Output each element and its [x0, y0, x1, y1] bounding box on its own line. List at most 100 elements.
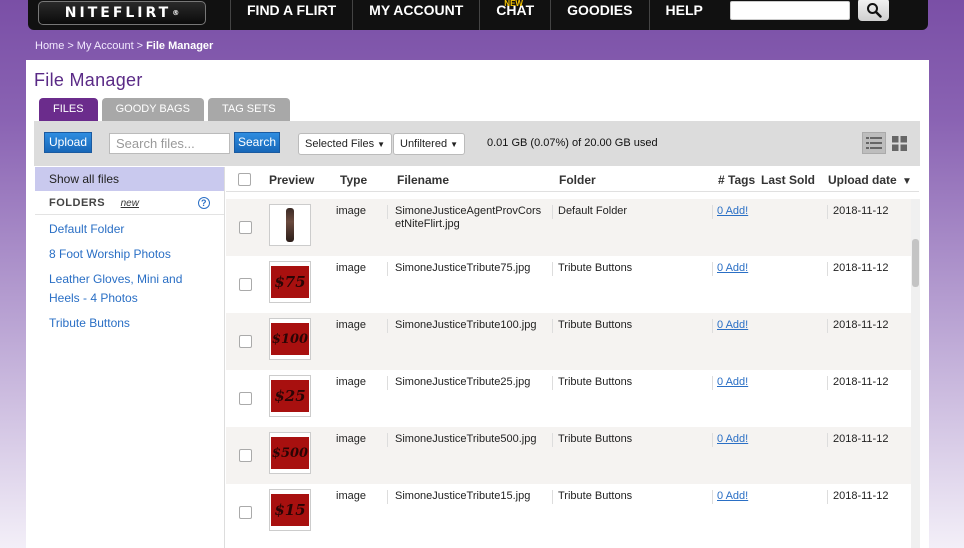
list-view-button[interactable] [862, 132, 886, 154]
breadcrumb-separator: > [67, 40, 74, 52]
file-name: SimoneJusticeTribute100.jpg [395, 319, 537, 331]
col-folder[interactable]: Folder [559, 173, 596, 187]
col-filename[interactable]: Filename [397, 173, 449, 187]
file-table-body: image SimoneJusticeAgentProvCorsetNiteFl… [226, 199, 911, 541]
file-type: image [336, 262, 366, 274]
table-row[interactable]: $25 image SimoneJusticeTribute25.jpg Tri… [226, 370, 911, 427]
help-icon[interactable]: ? [198, 197, 210, 209]
file-folder: Tribute Buttons [558, 262, 633, 274]
tab-files[interactable]: FILES [39, 98, 98, 121]
add-tags-link[interactable]: 0 Add! [717, 490, 748, 502]
file-thumbnail[interactable]: $15 [269, 489, 311, 531]
row-checkbox[interactable] [239, 506, 252, 519]
column-divider [387, 205, 388, 219]
add-tags-link[interactable]: 0 Add! [717, 205, 748, 217]
file-thumbnail[interactable] [269, 204, 311, 246]
file-name: SimoneJusticeTribute15.jpg [395, 490, 531, 502]
column-divider [827, 205, 828, 219]
tab-goody-bags[interactable]: GOODY BAGS [101, 98, 204, 121]
breadcrumb-my-account[interactable]: My Account [77, 40, 134, 52]
column-divider [552, 319, 553, 333]
nav-label: FIND A FLIRT [247, 2, 337, 18]
upload-button[interactable]: Upload [44, 132, 93, 153]
site-search-button[interactable] [858, 0, 889, 21]
file-thumbnail[interactable]: $500 [269, 432, 311, 474]
nav-help[interactable]: HELP [648, 0, 719, 30]
col-type[interactable]: Type [340, 173, 367, 187]
row-checkbox[interactable] [239, 392, 252, 405]
file-search-input[interactable]: Search files... [109, 133, 230, 154]
tribute-button-image: $100 [271, 323, 309, 355]
tab-tag-sets[interactable]: TAG SETS [207, 98, 290, 121]
column-divider [387, 490, 388, 504]
add-tags-link[interactable]: 0 Add! [717, 319, 748, 331]
upload-date: 2018-11-12 [833, 262, 889, 274]
toolbar: Upload Search files... Search Selected F… [34, 121, 920, 166]
column-divider [552, 376, 553, 390]
row-checkbox[interactable] [239, 221, 252, 234]
folder-tribute-buttons[interactable]: Tribute Buttons [35, 311, 224, 336]
registered-mark: ® [172, 9, 180, 17]
add-tags-link[interactable]: 0 Add! [717, 376, 748, 388]
column-divider [552, 262, 553, 276]
folders-label: FOLDERS [49, 197, 106, 209]
table-row[interactable]: $500 image SimoneJusticeTribute500.jpg T… [226, 427, 911, 484]
row-checkbox[interactable] [239, 278, 252, 291]
column-divider [387, 262, 388, 276]
file-manager-panel: File Manager FILES GOODY BAGS TAG SETS U… [26, 60, 929, 548]
add-tags-link[interactable]: 0 Add! [717, 433, 748, 445]
file-type: image [336, 433, 366, 445]
file-type: image [336, 319, 366, 331]
table-row[interactable]: image SimoneJusticeAgentProvCorsetNiteFl… [226, 199, 911, 256]
file-folder: Default Folder [558, 205, 628, 217]
table-row[interactable]: $75 image SimoneJusticeTribute75.jpg Tri… [226, 256, 911, 313]
row-checkbox[interactable] [239, 335, 252, 348]
table-row[interactable]: $15 image SimoneJusticeTribute15.jpg Tri… [226, 484, 911, 541]
add-tags-link[interactable]: 0 Add! [717, 262, 748, 274]
table-row[interactable]: $100 image SimoneJusticeTribute100.jpg T… [226, 313, 911, 370]
file-thumbnail[interactable]: $100 [269, 318, 311, 360]
show-all-files[interactable]: Show all files [35, 167, 224, 191]
grid-view-button[interactable] [887, 132, 911, 154]
column-divider [712, 319, 713, 333]
file-thumbnail[interactable]: $75 [269, 261, 311, 303]
column-divider [827, 319, 828, 333]
filter-dropdown[interactable]: Unfiltered ▼ [393, 133, 465, 155]
column-divider [827, 262, 828, 276]
row-checkbox[interactable] [239, 449, 252, 462]
file-name: SimoneJusticeTribute500.jpg [395, 433, 537, 445]
nav-goodies[interactable]: GOODIES [550, 0, 648, 30]
column-divider [552, 490, 553, 504]
nav-label: HELP [665, 2, 703, 18]
file-name: SimoneJusticeTribute75.jpg [395, 262, 531, 274]
file-thumbnail[interactable]: $25 [269, 375, 311, 417]
col-last-sold[interactable]: Last Sold [761, 173, 815, 187]
breadcrumb-separator: > [136, 40, 144, 52]
col-preview[interactable]: Preview [269, 173, 314, 187]
breadcrumb-home[interactable]: Home [35, 40, 64, 52]
upload-date: 2018-11-12 [833, 376, 889, 388]
column-divider [827, 376, 828, 390]
new-folder-link[interactable]: new [121, 198, 139, 209]
col-upload-date[interactable]: Upload date ▼ [828, 173, 912, 187]
file-search-button[interactable]: Search [234, 132, 281, 153]
folders-header: FOLDERS new ? [35, 191, 224, 215]
nav-chat[interactable]: NEW CHAT [479, 0, 550, 30]
folder-default[interactable]: Default Folder [35, 217, 224, 242]
table-scrollbar[interactable] [911, 199, 920, 548]
col-tags[interactable]: # Tags [718, 173, 755, 187]
nav-my-account[interactable]: MY ACCOUNT [352, 0, 479, 30]
folder-foot-worship[interactable]: 8 Foot Worship Photos [35, 242, 224, 267]
photo-thumbnail-image [286, 208, 294, 242]
select-all-checkbox[interactable] [238, 173, 251, 186]
niteflirt-logo[interactable]: NITEFLIRT ® [38, 1, 206, 25]
nav-find-a-flirt[interactable]: FIND A FLIRT [230, 0, 352, 30]
folder-leather-gloves[interactable]: Leather Gloves, Mini and Heels - 4 Photo… [35, 267, 224, 311]
site-search-input[interactable] [730, 1, 850, 20]
file-folder: Tribute Buttons [558, 319, 633, 331]
scrollbar-thumb[interactable] [912, 239, 919, 287]
file-name: SimoneJusticeAgentProvCorsetNiteFlirt.jp… [395, 205, 542, 230]
selected-files-dropdown[interactable]: Selected Files ▼ [298, 133, 393, 155]
upload-date: 2018-11-12 [833, 433, 889, 445]
file-type: image [336, 376, 366, 388]
